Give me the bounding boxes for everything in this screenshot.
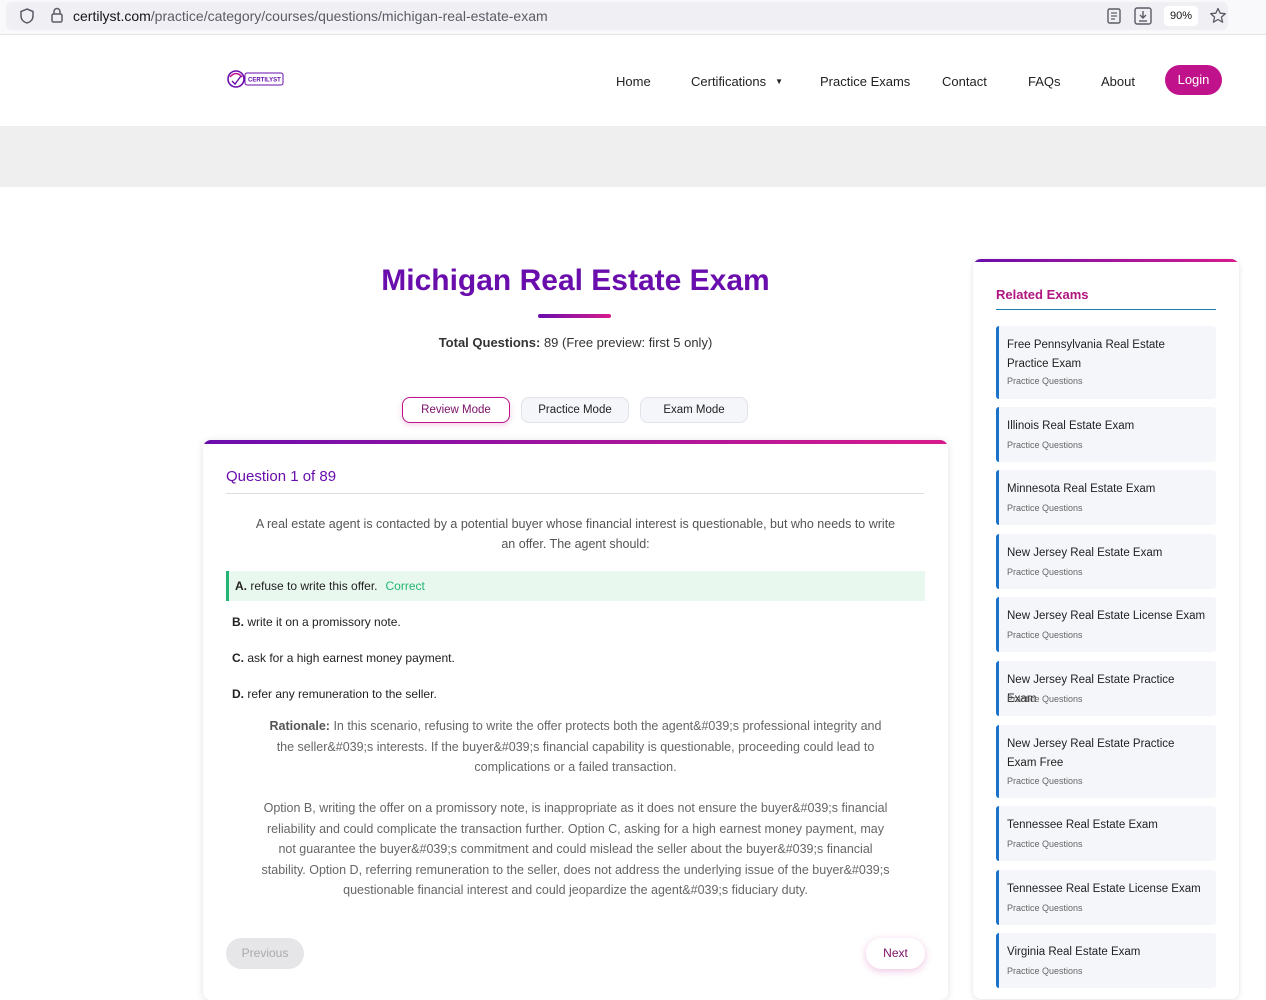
related-exam-subtitle: Practice Questions <box>1007 376 1083 386</box>
option-letter: A. <box>235 579 247 593</box>
related-exam-title: New Jersey Real Estate Practice Exam Fre… <box>1007 738 1175 769</box>
related-exam-title: Tennessee Real Estate License Exam <box>1007 883 1201 895</box>
sidebar-title: Related Exams <box>996 287 1089 302</box>
related-exam-subtitle: Practice Questions <box>1007 839 1083 849</box>
related-exam-item[interactable]: New Jersey Real Estate Practice Exam Pra… <box>996 661 1216 716</box>
option-d[interactable]: D. refer any remuneration to the seller. <box>226 679 925 709</box>
option-text: refer any remuneration to the seller. <box>247 687 437 701</box>
nav-about[interactable]: About <box>1101 74 1135 89</box>
sidebar-accent-bar <box>973 259 1239 262</box>
option-b[interactable]: B. write it on a promissory note. <box>226 607 925 637</box>
related-exam-item[interactable]: Free Pennsylvania Real Estate Practice E… <box>996 326 1216 399</box>
option-text: write it on a promissory note. <box>247 615 401 629</box>
related-exam-item[interactable]: New Jersey Real Estate Practice Exam Fre… <box>996 725 1216 798</box>
related-exam-title: Tennessee Real Estate Exam <box>1007 819 1158 831</box>
exam-mode-button[interactable]: Exam Mode <box>640 397 748 423</box>
caret-down-icon: ▼ <box>775 77 784 86</box>
option-letter: D. <box>232 687 244 701</box>
divider <box>226 493 924 494</box>
related-exam-subtitle: Practice Questions <box>1007 966 1083 976</box>
related-exam-item[interactable]: Tennessee Real Estate License Exam Pract… <box>996 870 1216 925</box>
related-exam-title: Virginia Real Estate Exam <box>1007 946 1141 958</box>
sidebar-divider <box>996 309 1216 310</box>
total-questions-label: Total Questions: <box>438 335 541 350</box>
address-bar[interactable]: certilyst.com/practice/category/courses/… <box>6 2 1228 30</box>
previous-button[interactable]: Previous <box>226 938 304 969</box>
related-exam-title: Minnesota Real Estate Exam <box>1007 483 1156 495</box>
site-header: CERTILYST Home Certifications ▼ Practice … <box>0 36 1266 126</box>
certilyst-logo[interactable]: CERTILYST <box>225 66 285 92</box>
question-card: Question 1 of 89 A real estate agent is … <box>203 440 948 1000</box>
nav-certifications-label: Certifications <box>691 74 767 89</box>
reader-view-icon[interactable] <box>1104 6 1124 26</box>
related-exam-title: New Jersey Real Estate License Exam <box>1007 610 1206 622</box>
related-exam-title: Free Pennsylvania Real Estate Practice E… <box>1007 339 1165 370</box>
url-text[interactable]: certilyst.com/practice/category/courses/… <box>73 8 548 24</box>
option-letter: B. <box>232 615 244 629</box>
rationale-label: Rationale: <box>269 719 330 733</box>
next-button[interactable]: Next <box>866 938 925 969</box>
zoom-level-badge[interactable]: 90% <box>1164 6 1198 26</box>
rationale-continued: Option B, writing the offer on a promiss… <box>261 801 890 897</box>
page-title: Michigan Real Estate Exam <box>381 264 770 297</box>
shield-icon[interactable] <box>18 7 36 25</box>
related-exam-subtitle: Practice Questions <box>1007 903 1083 913</box>
related-exam-title: New Jersey Real Estate Exam <box>1007 547 1163 559</box>
total-questions: Total Questions: 89 (Free preview: first… <box>203 335 948 350</box>
hero-band <box>0 126 1266 187</box>
rationale: Rationale: In this scenario, refusing to… <box>260 716 891 778</box>
nav-certifications[interactable]: Certifications ▼ <box>691 74 783 89</box>
nav-home[interactable]: Home <box>616 74 651 89</box>
lock-icon[interactable] <box>48 6 66 24</box>
related-exam-subtitle: Practice Questions <box>1007 630 1083 640</box>
related-exam-title: Illinois Real Estate Exam <box>1007 420 1135 432</box>
related-exam-item[interactable]: Tennessee Real Estate Exam Practice Ques… <box>996 806 1216 861</box>
option-text: ask for a high earnest money payment. <box>247 651 455 665</box>
url-path: /practice/category/courses/questions/mic… <box>150 8 548 24</box>
related-exam-item[interactable]: New Jersey Real Estate License Exam Prac… <box>996 597 1216 652</box>
option-a[interactable]: A. refuse to write this offer. Correct <box>226 571 925 601</box>
url-domain: certilyst.com <box>73 8 151 24</box>
rationale-text: In this scenario, refusing to write the … <box>276 719 882 774</box>
card-accent-bar <box>203 440 948 444</box>
option-text: refuse to write this offer. <box>250 579 378 593</box>
logo-text: CERTILYST <box>248 78 281 84</box>
option-letter: C. <box>232 651 244 665</box>
related-exam-subtitle: Practice Questions <box>1007 694 1083 704</box>
option-c[interactable]: C. ask for a high earnest money payment. <box>226 643 925 673</box>
question-text: A real estate agent is contacted by a po… <box>255 517 896 551</box>
related-exam-item[interactable]: Virginia Real Estate Exam Practice Quest… <box>996 933 1216 988</box>
related-exam-item[interactable]: Minnesota Real Estate Exam Practice Ques… <box>996 470 1216 525</box>
related-exam-subtitle: Practice Questions <box>1007 440 1083 450</box>
practice-mode-button[interactable]: Practice Mode <box>521 397 629 423</box>
related-exam-subtitle: Practice Questions <box>1007 503 1083 513</box>
related-exam-item[interactable]: Illinois Real Estate Exam Practice Quest… <box>996 407 1216 462</box>
total-questions-value: 89 (Free preview: first 5 only) <box>543 335 713 350</box>
nav-faqs[interactable]: FAQs <box>1028 74 1061 89</box>
related-exam-item[interactable]: New Jersey Real Estate Exam Practice Que… <box>996 534 1216 589</box>
related-exams-sidebar: Related Exams Free Pennsylvania Real Est… <box>973 259 1239 999</box>
browser-toolbar: certilyst.com/practice/category/courses/… <box>0 0 1266 35</box>
title-underline <box>538 314 611 318</box>
bookmark-star-icon[interactable] <box>1208 6 1228 26</box>
related-exam-subtitle: Practice Questions <box>1007 567 1083 577</box>
login-button[interactable]: Login <box>1165 65 1222 95</box>
nav-contact[interactable]: Contact <box>942 74 987 89</box>
correct-badge: Correct <box>385 579 425 593</box>
question-heading: Question 1 of 89 <box>226 468 337 485</box>
download-icon[interactable] <box>1132 5 1154 27</box>
review-mode-button[interactable]: Review Mode <box>402 397 510 423</box>
nav-practice-exams[interactable]: Practice Exams <box>820 74 910 89</box>
related-exam-subtitle: Practice Questions <box>1007 776 1083 786</box>
